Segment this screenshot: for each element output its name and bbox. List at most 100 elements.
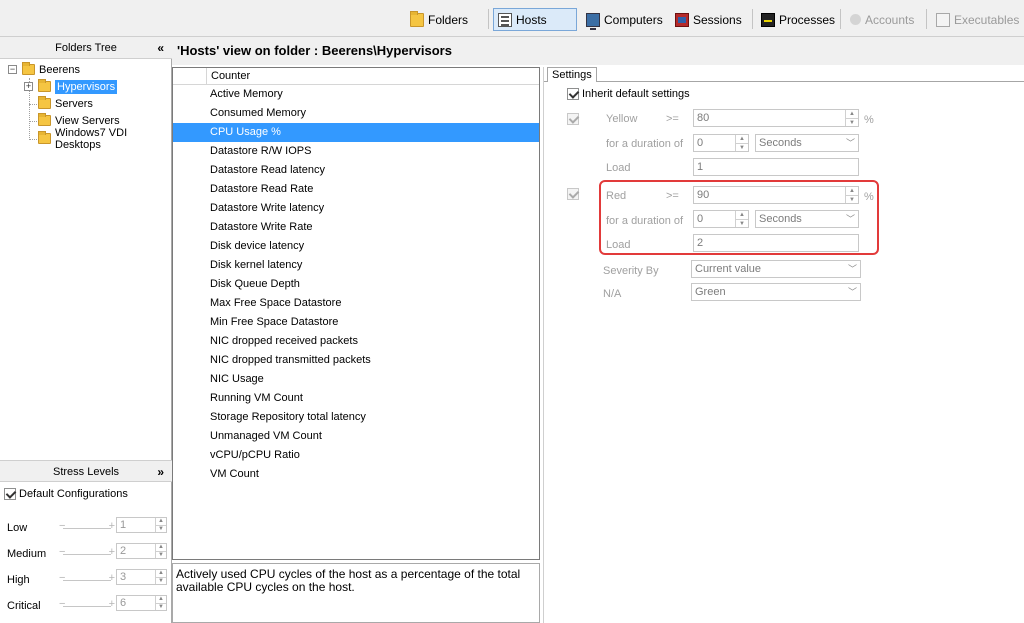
- counter-row[interactable]: Disk kernel latency: [173, 256, 539, 275]
- computer-icon: [586, 12, 600, 30]
- toolbar-computers-button[interactable]: Computers: [582, 8, 667, 31]
- spin-up-icon[interactable]: ▲: [156, 544, 166, 551]
- toolbar-sessions-button[interactable]: Sessions: [671, 8, 746, 31]
- toolbar-processes-label: Processes: [779, 12, 836, 27]
- yellow-duration-spinner[interactable]: 0 ▲ ▼: [693, 134, 749, 152]
- yellow-load-label: Load: [606, 162, 631, 174]
- counter-row[interactable]: Datastore Read latency: [173, 161, 539, 180]
- spin-up-icon[interactable]: ▲: [156, 596, 166, 603]
- counter-row[interactable]: Storage Repository total latency: [173, 408, 539, 427]
- counter-row[interactable]: Unmanaged VM Count: [173, 427, 539, 446]
- tree-item-label: Hypervisors: [55, 79, 118, 94]
- spin-down-icon[interactable]: ▼: [846, 118, 858, 127]
- counter-row[interactable]: Min Free Space Datastore: [173, 313, 539, 332]
- counter-row[interactable]: Active Memory: [173, 85, 539, 104]
- tree-item-root[interactable]: Beerens: [22, 61, 80, 78]
- counter-row[interactable]: Max Free Space Datastore: [173, 294, 539, 313]
- spin-up-icon[interactable]: ▲: [156, 570, 166, 577]
- spin-up-icon[interactable]: ▲: [736, 135, 748, 143]
- yellow-duration-label: for a duration of: [606, 138, 684, 150]
- stress-level-spinner[interactable]: 3 ▲ ▼: [116, 569, 167, 585]
- stress-level-slider[interactable]: − +: [59, 520, 115, 533]
- counter-row[interactable]: Disk Queue Depth: [173, 275, 539, 294]
- counter-row[interactable]: Datastore R/W IOPS: [173, 142, 539, 161]
- tree-expand-icon[interactable]: +: [24, 82, 33, 91]
- yellow-load-input[interactable]: 1: [693, 158, 859, 176]
- red-settings-highlight: [599, 180, 879, 255]
- default-configurations-toggle[interactable]: Default Configurations: [4, 488, 128, 500]
- settings-panel: Settings Inherit default settings Yellow…: [543, 67, 1024, 623]
- stress-level-slider[interactable]: − +: [59, 598, 115, 611]
- counter-row[interactable]: NIC dropped transmitted packets: [173, 351, 539, 370]
- counter-row[interactable]: VM Count: [173, 465, 539, 484]
- chevron-down-icon: ﹀: [847, 287, 857, 297]
- inherit-settings-checkbox[interactable]: [567, 88, 579, 100]
- hosts-icon: [498, 12, 512, 27]
- expand-panel-icon[interactable]: »: [157, 461, 164, 483]
- counter-row[interactable]: Datastore Write latency: [173, 199, 539, 218]
- stress-level-spinner[interactable]: 1 ▲ ▼: [116, 517, 167, 533]
- toolbar-executables-label: Executables: [954, 12, 1020, 27]
- inherit-settings-toggle[interactable]: Inherit default settings: [567, 88, 690, 100]
- folder-icon: [410, 10, 424, 27]
- counter-row[interactable]: CPU Usage %: [173, 123, 539, 142]
- counter-row[interactable]: Datastore Write Rate: [173, 218, 539, 237]
- collapse-panel-icon[interactable]: «: [157, 37, 164, 59]
- counter-row[interactable]: Consumed Memory: [173, 104, 539, 123]
- toolbar-folders-button[interactable]: Folders: [406, 8, 472, 31]
- spin-down-icon[interactable]: ▼: [736, 143, 748, 152]
- chevron-down-icon: ﹀: [845, 138, 855, 148]
- counter-row[interactable]: NIC dropped received packets: [173, 332, 539, 351]
- tree-item-label: Servers: [55, 97, 93, 110]
- folder-icon: [22, 62, 35, 75]
- stress-level-spinner[interactable]: 2 ▲ ▼: [116, 543, 167, 559]
- spin-down-icon[interactable]: ▼: [156, 577, 166, 585]
- yellow-threshold-spinner[interactable]: 80 ▲ ▼: [693, 109, 859, 127]
- yellow-threshold-value: 80: [697, 112, 710, 124]
- tree-item-label: Beerens: [39, 63, 80, 76]
- toolbar-accounts-button[interactable]: Accounts: [846, 8, 918, 31]
- yellow-duration-unit-select[interactable]: Seconds ﹀: [755, 134, 859, 152]
- toolbar-processes-button[interactable]: Processes: [757, 8, 839, 31]
- tree-collapse-icon[interactable]: −: [8, 65, 17, 74]
- settings-tab[interactable]: Settings: [547, 67, 597, 82]
- spin-up-icon[interactable]: ▲: [156, 518, 166, 525]
- stress-level-spinner[interactable]: 6 ▲ ▼: [116, 595, 167, 611]
- main-toolbar: Folders Hosts Computers Sessions Process…: [0, 0, 1024, 37]
- folder-icon: [38, 96, 51, 109]
- counter-row[interactable]: vCPU/pCPU Ratio: [173, 446, 539, 465]
- stress-level-slider[interactable]: − +: [59, 572, 115, 585]
- spin-down-icon[interactable]: ▼: [156, 603, 166, 611]
- counter-row[interactable]: Disk device latency: [173, 237, 539, 256]
- stress-level-value: 6: [120, 597, 127, 609]
- counter-row[interactable]: NIC Usage: [173, 370, 539, 389]
- counter-row[interactable]: Datastore Read Rate: [173, 180, 539, 199]
- tree-line: [29, 121, 37, 122]
- tree-item-label: Windows7 VDI Desktops: [55, 126, 128, 151]
- tree-item-windows7-vdi[interactable]: Windows7 VDI Desktops: [38, 127, 171, 151]
- tree-item-hypervisors[interactable]: Hypervisors: [38, 78, 118, 95]
- stress-level-label: High: [7, 574, 30, 586]
- spin-down-icon[interactable]: ▼: [156, 551, 166, 559]
- toolbar-executables-button[interactable]: Executables: [932, 8, 1023, 31]
- default-configurations-checkbox[interactable]: [4, 488, 16, 500]
- toolbar-hosts-button[interactable]: Hosts: [493, 8, 577, 31]
- executables-icon: [936, 12, 950, 27]
- tree-item-servers[interactable]: Servers: [38, 95, 93, 112]
- spin-down-icon[interactable]: ▼: [156, 525, 166, 533]
- chevron-down-icon: ﹀: [847, 264, 857, 274]
- red-enabled-checkbox[interactable]: [567, 188, 579, 200]
- processes-icon: [761, 12, 775, 27]
- counter-column-header[interactable]: Counter: [211, 70, 250, 82]
- stress-level-label: Low: [7, 522, 28, 534]
- counter-header-blank: [173, 68, 207, 85]
- settings-tab-line: [544, 81, 1024, 82]
- stress-level-value: 3: [120, 571, 127, 583]
- counter-row[interactable]: Running VM Count: [173, 389, 539, 408]
- na-select[interactable]: Green ﹀: [691, 283, 861, 301]
- severity-select[interactable]: Current value ﹀: [691, 260, 861, 278]
- stress-level-slider[interactable]: − +: [59, 546, 115, 559]
- spin-up-icon[interactable]: ▲: [846, 110, 858, 118]
- yellow-enabled-checkbox[interactable]: [567, 113, 579, 125]
- toolbar-hosts-label: Hosts: [516, 12, 547, 27]
